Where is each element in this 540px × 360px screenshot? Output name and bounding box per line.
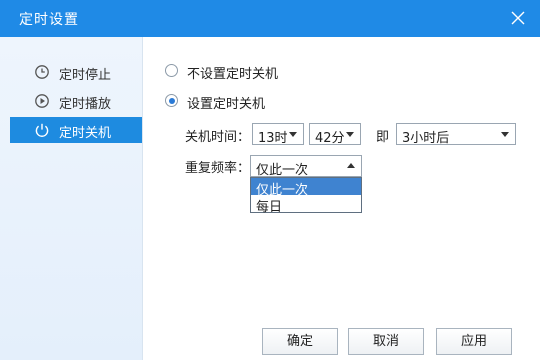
chevron-up-icon — [347, 163, 355, 168]
apply-button[interactable]: 应用 — [436, 328, 512, 355]
title-bar[interactable]: 定时设置 — [0, 0, 540, 37]
sidebar: 定时停止 定时播放 定时关机 — [0, 37, 143, 360]
timer-settings-dialog: 定时设置 定时停止 定时播放 定时关机 不设置定时关机 设置定时关机 关机时间：… — [0, 0, 540, 360]
sidebar-item-label: 定时停止 — [59, 68, 112, 83]
power-icon — [35, 123, 49, 137]
minute-value: 42分 — [315, 131, 345, 146]
relative-time-select[interactable]: 3小时后 — [396, 123, 516, 146]
repeat-frequency-label: 重复频率： — [185, 161, 251, 176]
sidebar-item-timer-shutdown[interactable]: 定时关机 — [10, 117, 142, 143]
radio-circle[interactable] — [165, 64, 178, 77]
sidebar-item-label: 定时播放 — [59, 97, 112, 112]
dropdown-option-daily[interactable]: 每日 — [251, 195, 361, 215]
sidebar-item-label: 定时关机 — [59, 126, 112, 141]
radio-circle-checked[interactable] — [165, 94, 178, 107]
chevron-down-icon — [289, 132, 297, 137]
repeat-frequency-dropdown: 仅此一次 每日 — [250, 177, 362, 215]
hour-select[interactable]: 13时 — [252, 123, 304, 146]
relative-time-value: 3小时后 — [402, 131, 450, 146]
sidebar-item-timer-play[interactable]: 定时播放 — [10, 88, 142, 114]
repeat-frequency-value: 仅此一次 — [256, 163, 309, 178]
cancel-button[interactable]: 取消 — [348, 328, 424, 355]
dropdown-option-once[interactable]: 仅此一次 — [251, 178, 361, 198]
minute-select[interactable]: 42分 — [309, 123, 361, 146]
connector-label: 即 — [376, 130, 390, 145]
no-shutdown-label: 不设置定时关机 — [187, 67, 279, 82]
set-shutdown-label: 设置定时关机 — [187, 97, 266, 112]
dialog-title: 定时设置 — [19, 12, 79, 28]
close-icon — [511, 11, 525, 25]
chevron-down-icon — [346, 132, 354, 137]
timer-stop-icon — [35, 65, 49, 79]
option-label: 每日 — [256, 200, 283, 215]
repeat-frequency-select[interactable]: 仅此一次 — [250, 155, 362, 178]
timer-play-icon — [35, 94, 49, 108]
hour-value: 13时 — [258, 131, 288, 146]
chevron-down-icon — [501, 132, 509, 137]
sidebar-item-timer-stop[interactable]: 定时停止 — [10, 59, 142, 85]
shutdown-time-label: 关机时间： — [185, 130, 251, 145]
close-button[interactable] — [506, 6, 530, 30]
ok-button[interactable]: 确定 — [262, 328, 338, 355]
